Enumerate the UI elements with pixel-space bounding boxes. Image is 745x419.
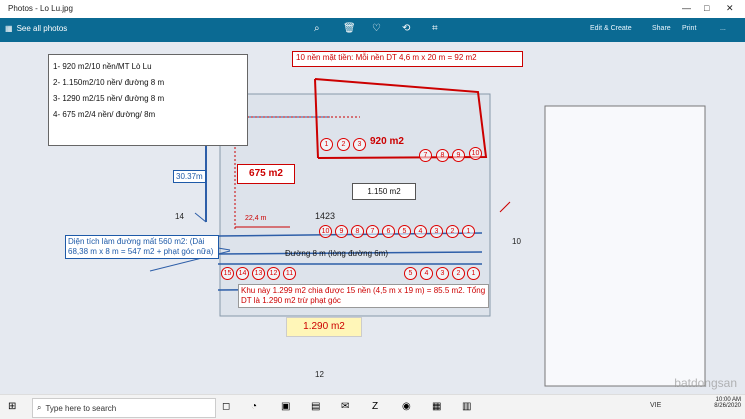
- minimize-icon[interactable]: —: [682, 3, 691, 13]
- mid-lot-5: 5: [398, 225, 411, 238]
- language-indicator[interactable]: VIE: [650, 402, 661, 409]
- mid-lot-4: 4: [414, 225, 427, 238]
- see-all-photos-button[interactable]: ▦ See all photos: [5, 24, 67, 33]
- lot-8: 8: [436, 149, 449, 162]
- search-placeholder: Type here to search: [45, 403, 117, 413]
- mid-lot-7: 7: [366, 225, 379, 238]
- zalo-icon[interactable]: Z: [372, 401, 378, 412]
- mail-icon[interactable]: ✉: [341, 401, 349, 412]
- search-icon: ⌕: [37, 403, 42, 412]
- dimension-30-label: 30.37m: [173, 170, 206, 183]
- task-view-icon[interactable]: ◻: [222, 401, 230, 412]
- area-1150-label: 1.150 m2: [352, 183, 416, 200]
- summary-line-1: 1- 920 m2/10 nền/MT Lò Lu: [53, 62, 152, 71]
- zoom-icon[interactable]: ⌕: [314, 23, 320, 34]
- delete-icon[interactable]: 🗑: [343, 23, 356, 34]
- area-675-label: 675 m2: [237, 164, 295, 184]
- print-button[interactable]: Print: [682, 25, 696, 32]
- window-title: Photos - Lo Lu.jpg: [8, 4, 73, 13]
- bottom-lot-14: 14: [236, 267, 249, 280]
- bottom-lot-5: 5: [404, 267, 417, 280]
- lot-9: 9: [452, 149, 465, 162]
- app-icon[interactable]: ▥: [462, 401, 471, 412]
- area-920-label: 920 m2: [370, 136, 404, 147]
- plot-number-10: 10: [512, 237, 521, 246]
- watermark: batdongsan: [674, 376, 737, 390]
- chrome-icon[interactable]: ◉: [402, 401, 411, 412]
- bottom-lot-12: 12: [267, 267, 280, 280]
- lot-2: 2: [337, 138, 350, 151]
- bottom-lot-4: 4: [420, 267, 433, 280]
- bottom-lot-15: 15: [221, 267, 234, 280]
- lot-1: 1: [320, 138, 333, 151]
- share-button[interactable]: Share: [652, 25, 671, 32]
- top-note: 10 nền mặt tiền: Mỗi nền DT 4,6 m x 20 m…: [292, 51, 523, 67]
- road-label: Đường 8 m (lòng đường 6m): [285, 249, 389, 258]
- taskbar: ⊞ ⌕ Type here to search ◻ ◔ ▣ ▤ ✉ Z ◉ ▦ …: [0, 394, 745, 419]
- store-icon[interactable]: ▤: [311, 401, 320, 412]
- bottom-lot-2: 2: [452, 267, 465, 280]
- crop-icon[interactable]: ⌗: [432, 23, 438, 34]
- mid-lot-3: 3: [430, 225, 443, 238]
- maximize-icon[interactable]: □: [704, 3, 709, 13]
- explorer-icon[interactable]: ▣: [281, 401, 290, 412]
- favorite-icon[interactable]: ♡: [372, 23, 381, 34]
- summary-list: 1- 920 m2/10 nền/MT Lò Lu 2- 1.150m2/10 …: [48, 54, 248, 146]
- title-bar: Photos - Lo Lu.jpg — □ ✕: [0, 0, 745, 18]
- road-area-note: Diện tích làm đường mất 560 m2: (Dài 68,…: [65, 235, 219, 259]
- bottom-lot-11: 11: [283, 267, 296, 280]
- close-icon[interactable]: ✕: [726, 3, 734, 14]
- photos-icon: ▦: [5, 24, 13, 33]
- plot-number-12: 12: [315, 370, 324, 379]
- rotate-icon[interactable]: ⟲: [402, 23, 410, 34]
- photo-viewer: 1- 920 m2/10 nền/MT Lò Lu 2- 1.150m2/10 …: [0, 42, 745, 394]
- mid-lot-1: 1: [462, 225, 475, 238]
- plot-number-14: 14: [175, 212, 184, 221]
- summary-line-3: 3- 1290 m2/15 nền/ đường 8 m: [53, 94, 165, 103]
- mid-lot-8: 8: [351, 225, 364, 238]
- photos-icon[interactable]: ▦: [432, 401, 441, 412]
- mid-lot-2: 2: [446, 225, 459, 238]
- area-1290-label: 1.290 m2: [286, 317, 362, 337]
- lot-3: 3: [353, 138, 366, 151]
- start-icon[interactable]: ⊞: [8, 401, 16, 412]
- clock-date: 8/26/2020: [714, 403, 741, 409]
- plot-number-1423: 1423: [315, 211, 336, 221]
- dimension-22-label: 22,4 m: [245, 215, 267, 222]
- mid-lot-9: 9: [335, 225, 348, 238]
- photo-toolbar: ▦ See all photos ⌕ 🗑 ♡ ⟲ ⌗ Edit & Create…: [0, 18, 745, 42]
- search-box[interactable]: ⌕ Type here to search: [32, 398, 216, 418]
- bottom-area-note: Khu này 1.299 m2 chia được 15 nền (4,5 m…: [238, 284, 489, 308]
- edit-create-button[interactable]: Edit & Create: [590, 25, 632, 32]
- bottom-lot-1: 1: [467, 267, 480, 280]
- more-button[interactable]: ...: [720, 25, 726, 32]
- edge-icon[interactable]: ◔: [251, 401, 257, 412]
- bottom-lot-3: 3: [436, 267, 449, 280]
- lot-10: 10: [469, 147, 482, 160]
- system-tray: 10:00 AM 8/26/2020: [714, 397, 741, 409]
- mid-lot-6: 6: [382, 225, 395, 238]
- summary-line-2: 2- 1.150m2/10 nền/ đường 8 m: [53, 78, 165, 87]
- lot-7: 7: [419, 149, 432, 162]
- bottom-lot-13: 13: [252, 267, 265, 280]
- see-all-label: See all photos: [16, 24, 68, 33]
- mid-lot-10: 10: [319, 225, 332, 238]
- summary-line-4: 4- 675 m2/4 nền/ đường/ 8m: [53, 110, 156, 119]
